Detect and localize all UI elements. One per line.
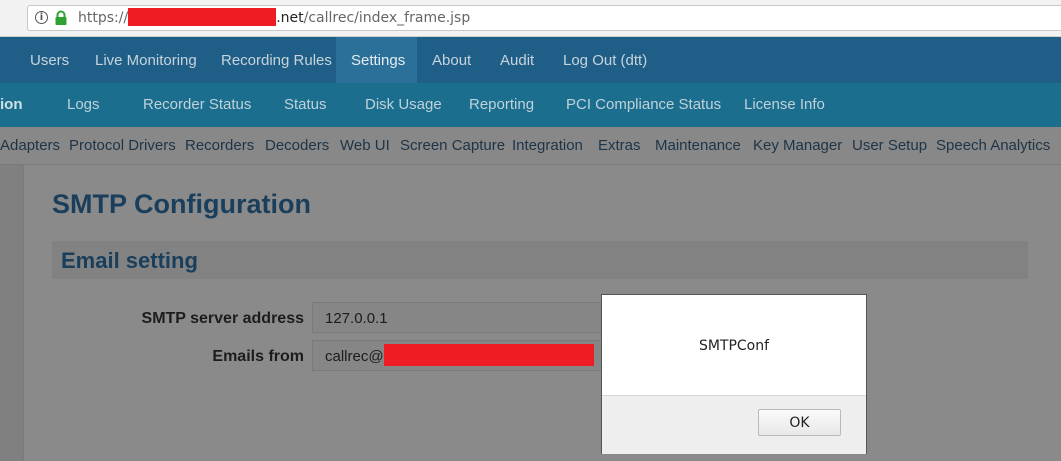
smtp-server-input[interactable]: 127.0.0.1 [312, 302, 612, 333]
nav-logout[interactable]: Log Out (dtt) [563, 52, 647, 69]
nav-settings[interactable]: Settings [351, 52, 405, 69]
primary-nav: Users Live Monitoring Recording Rules Se… [0, 37, 1061, 83]
tab-adapters[interactable]: Adapters [0, 137, 60, 154]
tab-protocol-drivers[interactable]: Protocol Drivers [69, 137, 176, 154]
tab-key-manager[interactable]: Key Manager [753, 137, 842, 154]
lock-icon [55, 10, 67, 25]
subnav-logs[interactable]: Logs [67, 96, 100, 113]
nav-audit[interactable]: Audit [500, 52, 534, 69]
alert-dialog: SMTPConf OK [601, 294, 867, 454]
url-path: /callrec/index_frame.jsp [303, 10, 471, 26]
dialog-message: SMTPConf [698, 338, 770, 354]
emails-from-input[interactable]: callrec@ [312, 340, 612, 371]
redacted-email-domain [383, 344, 594, 367]
section-title: Email setting [61, 248, 198, 273]
tab-maintenance[interactable]: Maintenance [655, 137, 741, 154]
secondary-nav: ion Logs Recorder Status Status Disk Usa… [0, 83, 1061, 127]
url-text: https:// .net/callrec/index_frame.jsp [78, 7, 471, 26]
tab-decoders[interactable]: Decoders [265, 137, 329, 154]
browser-toolbar: i https:// .net/callrec/index_frame.jsp [0, 0, 1061, 37]
redacted-host [128, 7, 277, 26]
subnav-reporting[interactable]: Reporting [469, 96, 534, 113]
emails-from-label: Emails from [212, 348, 304, 365]
smtp-server-label: SMTP server address [141, 310, 304, 327]
tab-user-setup[interactable]: User Setup [852, 137, 927, 154]
subnav-recorder-status[interactable]: Recorder Status [143, 96, 251, 113]
subnav-configuration-truncated[interactable]: ion [0, 96, 23, 113]
subnav-license-info[interactable]: License Info [744, 96, 825, 113]
nav-live-monitoring[interactable]: Live Monitoring [95, 52, 197, 69]
main-content: SMTP Configuration Email setting SMTP se… [0, 165, 1061, 461]
url-host-suffix: .net [276, 10, 304, 26]
ok-button[interactable]: OK [758, 409, 841, 436]
tab-screen-capture[interactable]: Screen Capture [400, 137, 505, 154]
nav-users[interactable]: Users [30, 52, 69, 69]
section-header: Email setting [52, 241, 1028, 279]
dialog-footer: OK [602, 395, 866, 454]
tab-speech-analytics[interactable]: Speech Analytics [936, 137, 1050, 154]
info-icon[interactable]: i [35, 11, 48, 24]
tab-extras[interactable]: Extras [598, 137, 641, 154]
page-title: SMTP Configuration [52, 189, 311, 219]
emails-from-value: callrec@ [325, 348, 384, 365]
left-sidebar [0, 165, 24, 461]
url-scheme: https:// [78, 10, 129, 26]
nav-about[interactable]: About [432, 52, 471, 69]
smtp-server-value: 127.0.0.1 [325, 310, 388, 327]
subnav-status[interactable]: Status [284, 96, 327, 113]
web-page: Users Live Monitoring Recording Rules Se… [0, 37, 1061, 461]
tertiary-nav: Adapters Protocol Drivers Recorders Deco… [0, 127, 1061, 165]
tab-recorders[interactable]: Recorders [185, 137, 254, 154]
address-bar[interactable]: i https:// .net/callrec/index_frame.jsp [27, 5, 1061, 31]
subnav-disk-usage[interactable]: Disk Usage [365, 96, 442, 113]
nav-recording-rules[interactable]: Recording Rules [221, 52, 332, 69]
subnav-pci-compliance-status[interactable]: PCI Compliance Status [566, 96, 721, 113]
tab-integration[interactable]: Integration [512, 137, 583, 154]
tab-web-ui[interactable]: Web UI [340, 137, 390, 154]
